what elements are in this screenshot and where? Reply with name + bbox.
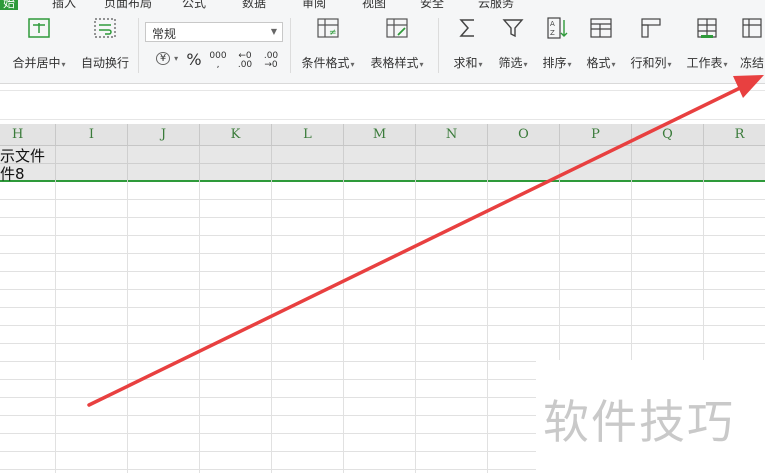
arrow-head [733,75,764,98]
annotation-arrow [87,75,764,407]
